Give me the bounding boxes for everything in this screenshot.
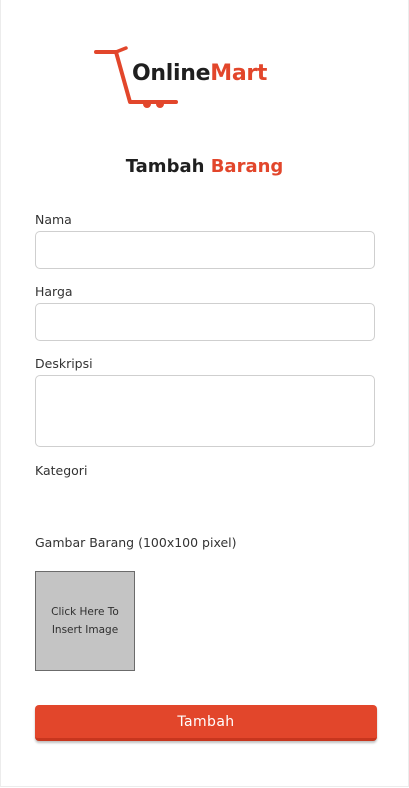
brand-name-online: Online: [132, 61, 211, 86]
deskripsi-label: Deskripsi: [35, 356, 93, 371]
page-title-part1: Tambah: [125, 156, 205, 177]
harga-input[interactable]: [35, 303, 375, 341]
page-title: Tambah Barang: [0, 156, 409, 177]
kategori-label: Kategori: [35, 463, 88, 478]
image-upload-placeholder: Click Here To Insert Image: [51, 606, 119, 636]
brand-logo: OnlineMart: [94, 46, 284, 110]
brand-name: OnlineMart: [132, 61, 267, 86]
brand-name-mart: Mart: [210, 61, 268, 86]
tambah-button[interactable]: Tambah: [35, 705, 377, 741]
nama-label: Nama: [35, 212, 72, 227]
image-upload-box[interactable]: Click Here To Insert Image: [35, 571, 135, 671]
page-title-part2: Barang: [210, 156, 284, 177]
gambar-label: Gambar Barang (100x100 pixel): [35, 535, 237, 550]
nama-input[interactable]: [35, 231, 375, 269]
deskripsi-textarea[interactable]: [35, 375, 375, 447]
harga-label: Harga: [35, 284, 73, 299]
